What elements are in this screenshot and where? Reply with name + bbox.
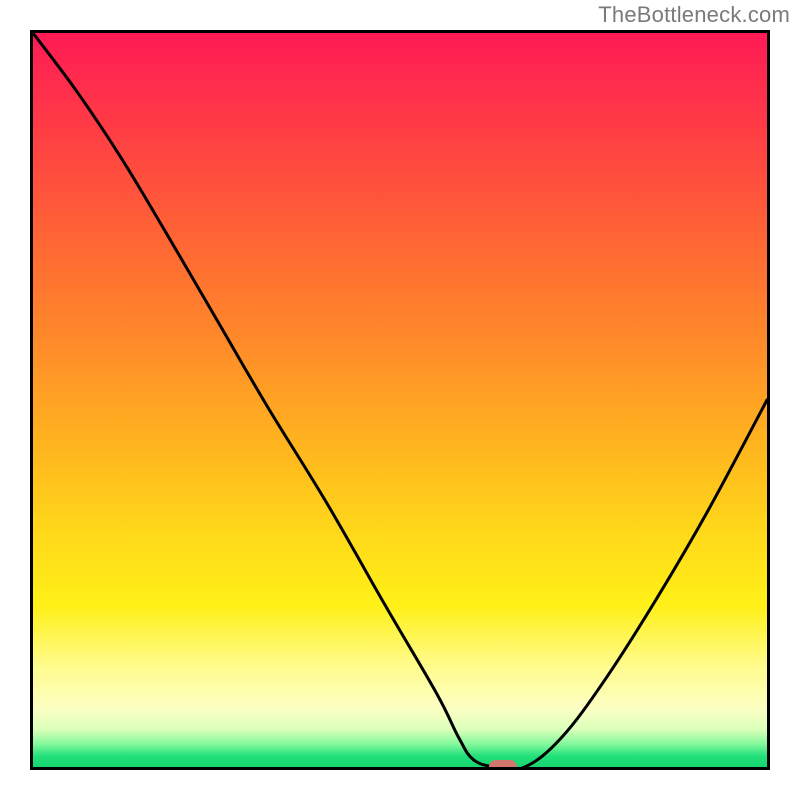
bottleneck-curve xyxy=(33,33,767,767)
watermark-text: TheBottleneck.com xyxy=(598,2,790,28)
chart-stage: TheBottleneck.com xyxy=(0,0,800,800)
chart-frame xyxy=(30,30,770,770)
curve-path xyxy=(33,33,767,767)
valley-marker xyxy=(489,760,517,770)
